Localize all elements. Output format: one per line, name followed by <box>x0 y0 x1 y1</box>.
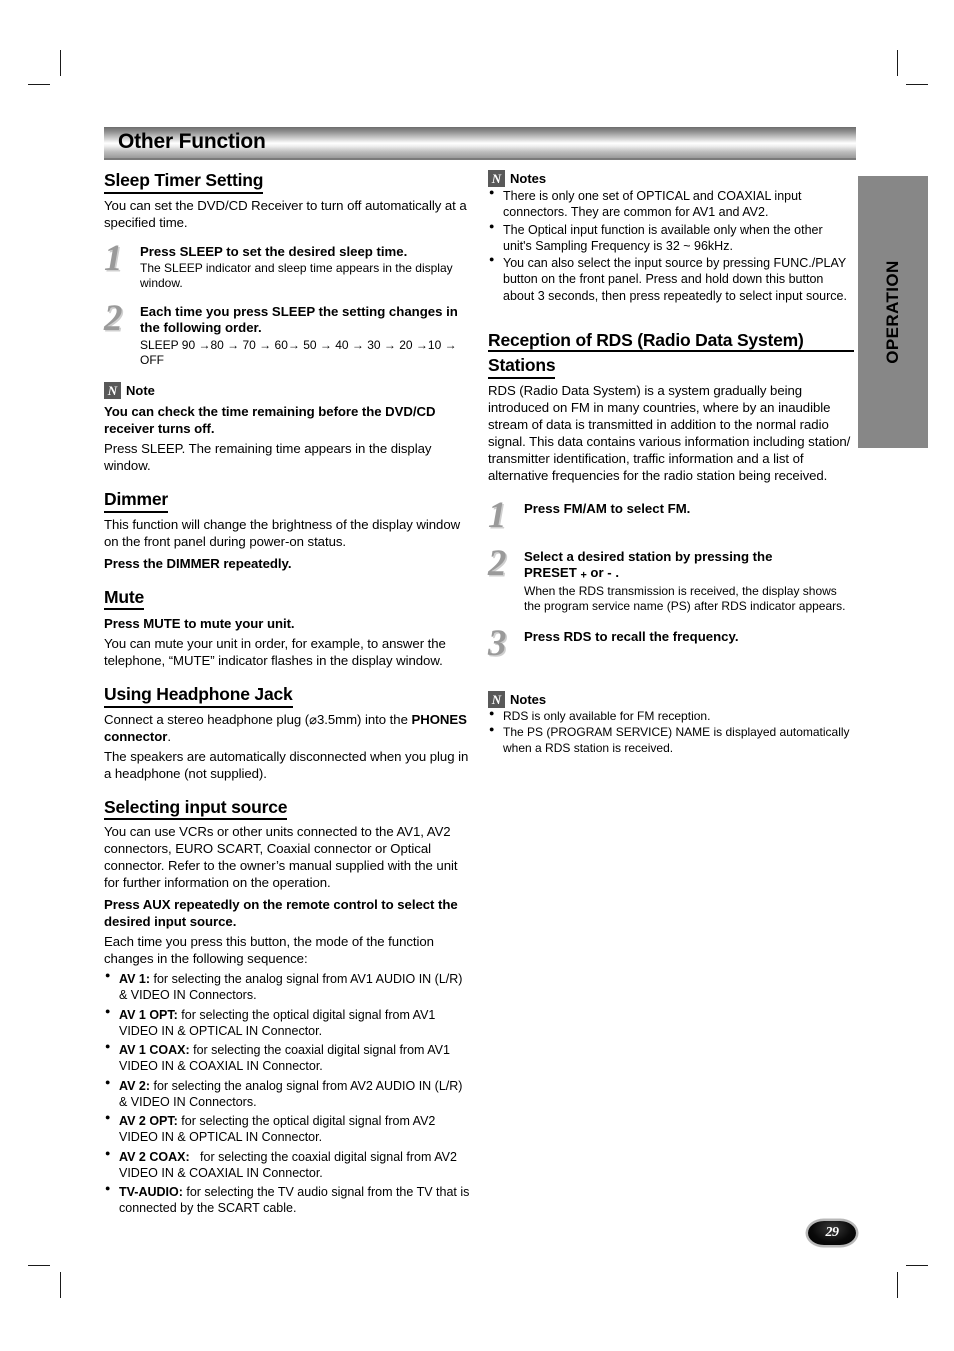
list-item-text: for selecting the analog signal from AV1… <box>119 972 463 1003</box>
left-column: Sleep Timer Setting You can set the DVD/… <box>104 170 470 1217</box>
list-item-label: AV 1 COAX: <box>119 1043 190 1058</box>
dimmer-body: This function will change the brightness… <box>104 516 461 549</box>
heading-dimmer: Dimmer <box>104 489 470 514</box>
list-item: AV 2: for selecting the analog signal fr… <box>104 1077 470 1111</box>
list-item: The Optical input function is available … <box>488 221 854 255</box>
note-header: N Note <box>104 382 470 400</box>
step-item: 3 Press RDS to recall the frequency. <box>488 625 854 663</box>
chapter-tab: OPERATION <box>858 176 928 448</box>
list-item: The PS (PROGRAM SERVICE) NAME is display… <box>488 724 854 756</box>
list-item: There is only one set of OPTICAL and COA… <box>488 187 854 221</box>
headphone-body: Connect a stereo headphone plug (⌀3.5mm)… <box>104 712 470 746</box>
mute-body: You can mute your unit in order, for exa… <box>104 636 446 669</box>
heading-selecting-input-source: Selecting input source <box>104 797 470 822</box>
rds-notes-list: RDS is only available for FM reception. … <box>488 708 854 757</box>
list-item: AV 1 COAX: for selecting the coaxial dig… <box>104 1041 470 1075</box>
note-header: N Notes <box>488 170 854 187</box>
list-item: You can also select the input source by … <box>488 254 854 304</box>
note-body: Press SLEEP. The remaining time appears … <box>104 441 432 474</box>
step-heading: Press SLEEP to set the desired sleep tim… <box>140 243 408 259</box>
heading-rds-reception-line2: Stations <box>488 355 854 380</box>
list-item-label: AV 2 OPT: <box>119 1114 178 1129</box>
list-item-label: TV-AUDIO: <box>119 1185 183 1200</box>
section-rds-reception: Reception of RDS (Radio Data System) Sta… <box>488 330 854 380</box>
list-item: AV 1 OPT: for selecting the optical digi… <box>104 1006 470 1040</box>
section-sleep-timer-setting: Sleep Timer Setting <box>104 170 470 195</box>
heading-using-headphone-jack: Using Headphone Jack <box>104 684 470 709</box>
dimmer-action: Press the DIMMER repeatedly. <box>104 555 292 571</box>
input-source-action: Press AUX repeatedly on the remote contr… <box>104 897 458 930</box>
step-number: 1 <box>104 237 122 279</box>
list-item: AV 2 COAX: for selecting the coaxial dig… <box>104 1148 470 1182</box>
list-item-label: AV 1 OPT: <box>119 1007 178 1022</box>
heading-rds-reception-line1: Reception of RDS (Radio Data System) <box>488 330 854 354</box>
input-source-body-2: Each time you press this button, the mod… <box>104 934 434 967</box>
headphone-body-2: The speakers are automatically disconnec… <box>104 748 469 781</box>
chapter-tab-label: OPERATION <box>883 260 902 364</box>
heading-mute: Mute <box>104 587 470 612</box>
sleep-timer-intro: You can set the DVD/CD Receiver to turn … <box>104 197 467 230</box>
note-title: Note <box>126 383 155 399</box>
step-number: 3 <box>488 622 506 664</box>
note-icon: N <box>488 690 505 708</box>
note-title: Notes <box>510 171 547 186</box>
headphone-body-post: . <box>167 728 171 744</box>
step-heading-line1: Select a desired station by pressing the <box>524 548 773 564</box>
heading-sleep-timer-setting: Sleep Timer Setting <box>104 170 470 195</box>
preset-label: PRESET <box>524 565 581 581</box>
notes-top-list: There is only one set of OPTICAL and COA… <box>488 187 854 304</box>
list-item-label: AV 1: <box>119 972 151 987</box>
step-number: 1 <box>488 494 506 536</box>
section-selecting-input-source: Selecting input source <box>104 797 470 822</box>
note-title: Notes <box>510 691 547 707</box>
list-item: AV 1: for selecting the analog signal fr… <box>104 970 470 1004</box>
step-heading-line2: PRESET + or - . <box>524 565 854 583</box>
list-item-text: for selecting the analog signal from AV2… <box>119 1078 463 1109</box>
step-body: When the RDS transmission is received, t… <box>524 584 846 614</box>
right-column: N Notes There is only one set of OPTICAL… <box>488 170 854 757</box>
list-item: RDS is only available for FM reception. <box>488 708 854 725</box>
step-item: 2 Select a desired station by pressing t… <box>488 545 854 615</box>
step-body: The SLEEP indicator and sleep time appea… <box>140 261 453 291</box>
note-icon: N <box>104 382 121 400</box>
section-banner: Other Function <box>104 127 856 160</box>
preset-minus: or - . <box>586 565 620 581</box>
section-dimmer: Dimmer <box>104 489 470 514</box>
step-heading: Press RDS to recall the frequency. <box>524 628 739 644</box>
headphone-body-pre: Connect a stereo headphone plug (⌀3.5mm)… <box>104 711 412 727</box>
step-item: 1 Press FM/AM to select FM. <box>488 497 854 535</box>
step-heading: Press FM/AM to select FM. <box>524 500 691 516</box>
note-icon: N <box>488 170 505 187</box>
section-using-headphone-jack: Using Headphone Jack <box>104 684 470 709</box>
mute-action: Press MUTE to mute your unit. <box>104 616 295 632</box>
list-item-label: AV 2 COAX: <box>119 1149 190 1164</box>
document-page: Other Function OPERATION Sleep Timer Set… <box>0 0 954 1351</box>
step-item: 2 Each time you press SLEEP the setting … <box>104 300 470 369</box>
list-item-label: AV 2: <box>119 1078 151 1093</box>
list-item: TV-AUDIO: for selecting the TV audio sig… <box>104 1183 470 1217</box>
input-source-list: AV 1: for selecting the analog signal fr… <box>104 970 470 1217</box>
step-heading: Each time you press SLEEP the setting ch… <box>140 303 458 336</box>
step-item: 1 Press SLEEP to set the desired sleep t… <box>104 240 470 292</box>
page-number: 29 <box>825 1225 840 1240</box>
step-number: 2 <box>488 542 506 584</box>
input-source-body: You can use VCRs or other units connecte… <box>104 824 458 891</box>
page-number-badge: 29 <box>808 1221 856 1245</box>
rds-body: RDS (Radio Data System) is a system grad… <box>488 383 851 483</box>
step-number: 2 <box>104 297 122 339</box>
note-header: N Notes <box>488 690 854 708</box>
section-mute: Mute <box>104 587 470 612</box>
list-item: AV 2 OPT: for selecting the optical digi… <box>104 1112 470 1146</box>
step-body: SLEEP 90 →80 → 70 → 60→ 50 → 40 → 30 → 2… <box>140 337 457 368</box>
note-bold-line: You can check the time remaining before … <box>104 404 436 437</box>
page-title: Other Function <box>118 130 266 153</box>
